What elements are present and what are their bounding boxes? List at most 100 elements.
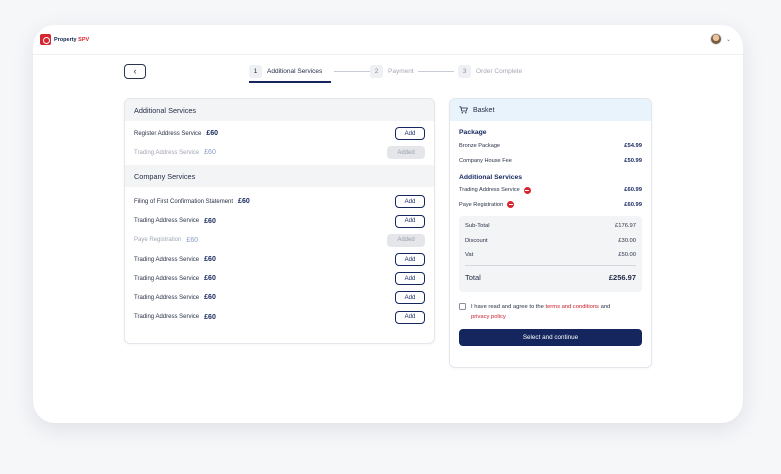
- basket-item-price: £50.99: [624, 157, 642, 164]
- vat-value: £50.00: [618, 252, 636, 259]
- added-button: Added: [387, 233, 425, 247]
- basket-item-price: £60.99: [624, 187, 642, 194]
- step-number: 3: [458, 65, 471, 78]
- service-name: Paye Registration: [134, 237, 182, 244]
- basket-title: Basket: [473, 106, 495, 114]
- service-name: Filing of First Confirmation Statement: [134, 198, 234, 205]
- chevron-down-icon[interactable]: ⌄: [726, 36, 731, 43]
- basket-line: Company House Fee £50.99: [450, 154, 651, 169]
- cart-icon: [459, 106, 468, 114]
- app-window: Property SPV ⌄ ‹ 1 Additional Services 2…: [33, 25, 743, 423]
- add-button[interactable]: Add: [395, 195, 425, 209]
- vat-row: Vat £50.00: [465, 248, 636, 263]
- service-price: £60: [204, 149, 216, 157]
- discount-value: £30.00: [618, 237, 636, 244]
- discount-label: Discount: [465, 237, 488, 244]
- vat-label: Vat: [465, 252, 474, 259]
- step-label: Order Complete: [476, 68, 523, 75]
- service-price: £60: [186, 236, 199, 244]
- total-value: £256.97: [608, 272, 636, 282]
- basket-item-name: Company House Fee: [459, 157, 512, 164]
- added-button: Added: [387, 146, 425, 160]
- service-price: £60: [206, 130, 219, 138]
- chevron-left-icon: ‹: [133, 66, 137, 76]
- brand-name: Property SPV: [54, 36, 90, 43]
- service-row: Trading Address Service £60 Add: [125, 308, 434, 327]
- step-additional-services[interactable]: 1 Additional Services: [249, 64, 322, 79]
- step-number: 1: [249, 65, 262, 78]
- step-connector: [334, 71, 370, 72]
- add-button[interactable]: Add: [395, 272, 425, 286]
- service-name: Trading Address Service: [134, 275, 200, 282]
- divider: [465, 264, 636, 266]
- services-card: Additional Services Register Address Ser…: [124, 98, 435, 344]
- add-button[interactable]: Add: [395, 127, 425, 141]
- remove-icon[interactable]: [507, 201, 515, 209]
- total-row: Total £256.97: [465, 269, 636, 286]
- top-navbar: Property SPV ⌄: [33, 25, 743, 55]
- total-label: Total: [465, 272, 481, 282]
- service-row: Trading Address Service £60 Add: [125, 212, 434, 231]
- basket-line: Bronze Package £54.99: [450, 139, 651, 154]
- totals-box: Sub-Total £176.97 Discount £30.00 Vat £5…: [459, 216, 642, 292]
- select-and-continue-button[interactable]: Select and continue: [459, 329, 642, 346]
- add-button[interactable]: Add: [395, 291, 425, 305]
- basket-panel: Basket Package Bronze Package £54.99 Com…: [449, 98, 652, 368]
- service-name: Trading Address Service: [134, 256, 200, 263]
- service-price: £60: [204, 313, 216, 321]
- subtotal-value: £176.97: [615, 223, 636, 230]
- agree-checkbox[interactable]: [459, 303, 466, 310]
- service-price: £60: [238, 198, 250, 206]
- avatar[interactable]: [709, 33, 722, 45]
- basket-item-price: £60.99: [624, 201, 642, 208]
- discount-row: Discount £30.00: [465, 234, 636, 249]
- package-heading: Package: [459, 129, 487, 136]
- service-row: Paye Registration £60 Added: [125, 231, 434, 250]
- service-name: Trading Address Service: [134, 314, 200, 321]
- step-connector: [418, 71, 454, 72]
- basket-item: Trading Address Service: [459, 186, 531, 194]
- basket-additional-heading: Additional Services: [459, 174, 523, 181]
- service-name: Trading Address Service: [134, 294, 200, 301]
- logo-icon: [40, 34, 51, 45]
- additional-services-heading: Additional Services: [125, 99, 434, 121]
- basket-item-name: Trading Address Service: [459, 187, 520, 194]
- service-price: £60: [204, 256, 216, 264]
- brand-logo[interactable]: Property SPV: [40, 34, 89, 45]
- basket-header: Basket: [450, 99, 651, 121]
- remove-icon[interactable]: [523, 186, 531, 194]
- agree-prefix: I have read and agree to the: [471, 304, 544, 310]
- basket-item: Paye Registration: [459, 201, 515, 209]
- step-payment[interactable]: 2 Payment: [370, 64, 414, 79]
- basket-item-name: Bronze Package: [459, 143, 501, 150]
- step-label: Payment: [388, 68, 414, 75]
- service-name: Register Address Service: [134, 130, 202, 137]
- service-row: Register Address Service £60 Add: [125, 124, 434, 143]
- company-services-heading: Company Services: [125, 165, 434, 188]
- service-row: Trading Address Service £60 Added: [125, 143, 434, 162]
- service-price: £60: [204, 294, 216, 302]
- subtotal-label: Sub-Total: [465, 223, 490, 230]
- privacy-link[interactable]: privacy policy: [471, 314, 506, 320]
- service-price: £60: [204, 275, 216, 283]
- service-row: Trading Address Service £60 Add: [125, 269, 434, 288]
- service-row: Trading Address Service £60 Add: [125, 250, 434, 269]
- add-button[interactable]: Add: [395, 310, 425, 324]
- agree-terms: I have read and agree to the terms and c…: [450, 302, 651, 322]
- service-name: Trading Address Service: [134, 218, 200, 225]
- add-button[interactable]: Add: [395, 214, 425, 228]
- agree-and: and: [600, 304, 611, 310]
- basket-item-price: £54.99: [624, 143, 642, 150]
- user-menu[interactable]: ⌄: [709, 33, 731, 45]
- service-row: Filing of First Confirmation Statement £…: [125, 192, 434, 211]
- add-button[interactable]: Add: [395, 253, 425, 267]
- subtotal-row: Sub-Total £176.97: [465, 219, 636, 234]
- terms-link[interactable]: terms and conditions: [545, 304, 599, 310]
- step-order-complete[interactable]: 3 Order Complete: [458, 64, 522, 79]
- step-number: 2: [370, 65, 383, 78]
- service-name: Trading Address Service: [134, 149, 200, 156]
- active-step-indicator: [249, 81, 331, 83]
- back-button[interactable]: ‹: [124, 64, 146, 79]
- basket-item-name: Paye Registration: [459, 201, 504, 208]
- agree-text: I have read and agree to the terms and c…: [471, 302, 610, 322]
